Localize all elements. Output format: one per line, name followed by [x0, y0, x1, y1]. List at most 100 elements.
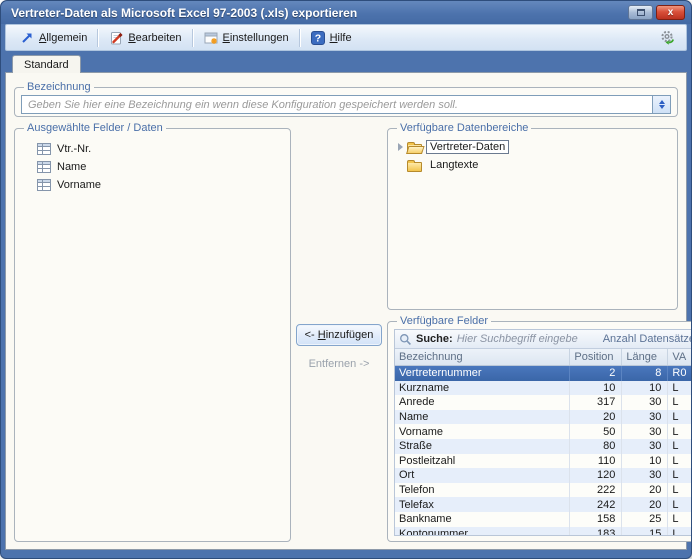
selected-fields-caption: Ausgewählte Felder / Daten	[27, 122, 163, 134]
toolbar-separator	[97, 28, 99, 47]
cell-bezeichnung: Vorname	[395, 424, 571, 439]
bezeichnung-input[interactable]	[22, 96, 652, 113]
close-button[interactable]: x	[656, 5, 685, 20]
table-row[interactable]: Vertreternummer 2 8 R0	[395, 366, 691, 381]
table-row[interactable]: Telefax 242 20 L	[395, 497, 691, 512]
table-row[interactable]: Straße 80 30 L	[395, 438, 691, 454]
restore-button[interactable]	[628, 5, 653, 20]
selected-field-item[interactable]: Vorname	[23, 176, 282, 194]
edit-page-icon	[111, 31, 123, 44]
cell-va: L	[672, 381, 679, 394]
tree-item-label: Langtexte	[430, 159, 479, 171]
folder-icon	[407, 141, 422, 154]
cell-position: 317	[570, 395, 623, 410]
table-row[interactable]: Bankname 158 25 L	[395, 511, 691, 527]
toolbar-label: Allgemein	[39, 31, 88, 44]
toolbar: Allgemein Bearbeiten Einstellungen ? Hil…	[5, 24, 687, 51]
cell-laenge: 30	[622, 409, 669, 425]
table-body: Vertreternummer 2 8 R0 Kurzname 10 10 L …	[395, 366, 691, 535]
cell-position: 80	[570, 438, 623, 454]
settings-window-icon	[204, 32, 218, 44]
tree-item[interactable]: Vertreter-Daten	[396, 138, 669, 156]
table-row[interactable]: Kontonummer 183 15 L	[395, 526, 691, 535]
table-row[interactable]: Name 20 30 L	[395, 409, 691, 425]
table-icon	[37, 179, 51, 191]
toolbar-label: Einstellungen	[222, 31, 289, 44]
add-button[interactable]: <- Hinzufügen	[295, 324, 383, 346]
selected-field-label: Vtr.-Nr.	[57, 143, 92, 155]
remove-button[interactable]: Entfernen ->	[309, 358, 370, 370]
table-row[interactable]: Kurzname 10 10 L	[395, 380, 691, 396]
combo-dropdown-button[interactable]	[652, 96, 670, 113]
tree-item-label: Vertreter-Daten	[426, 140, 510, 154]
data-areas-tree: Vertreter-Daten Langtexte	[394, 136, 671, 176]
tab-standard[interactable]: Standard	[12, 55, 81, 73]
titlebar: Vertreter-Daten als Microsoft Excel 97-2…	[1, 1, 691, 24]
selected-field-item[interactable]: Vtr.-Nr.	[23, 140, 282, 158]
cell-va: L	[672, 440, 679, 453]
fields-table: Bezeichnung Position Länge VA Vertretern…	[395, 349, 691, 535]
toolbar-label: Hilfe	[329, 31, 352, 44]
available-fields-caption: Verfügbare Felder	[400, 315, 489, 327]
cell-position: 50	[570, 424, 623, 439]
export-refresh-button[interactable]	[656, 28, 680, 48]
cell-position: 110	[570, 453, 623, 469]
toolbar-button-allgemein[interactable]: Allgemein	[12, 28, 94, 48]
bezeichnung-caption: Bezeichnung	[27, 81, 91, 93]
cell-position: 10	[570, 380, 623, 396]
up-down-arrows-icon	[658, 100, 665, 109]
cell-va: L	[672, 513, 679, 526]
cell-laenge: 10	[622, 380, 669, 396]
table-row[interactable]: Postleitzahl 110 10 L	[395, 453, 691, 469]
cell-laenge: 30	[622, 438, 669, 454]
tree-item[interactable]: Langtexte	[396, 156, 669, 174]
cell-laenge: 15	[622, 526, 669, 535]
cell-position: 2	[570, 366, 623, 381]
table-row[interactable]: Anrede 317 30 L	[395, 395, 691, 410]
cell-va: L	[672, 425, 679, 438]
cell-laenge: 10	[622, 453, 669, 469]
tab-strip: Standard	[5, 51, 687, 73]
column-header-bezeichnung[interactable]: Bezeichnung	[395, 349, 571, 365]
arrow-up-right-icon	[22, 33, 32, 43]
folder-icon	[407, 159, 422, 172]
cell-va: L	[672, 527, 679, 535]
bezeichnung-combobox	[21, 95, 671, 114]
toolbar-button-bearbeiten[interactable]: Bearbeiten	[101, 28, 188, 48]
data-areas-caption: Verfügbare Datenbereiche	[400, 122, 529, 134]
cell-va: L	[672, 484, 679, 497]
toolbar-button-einstellungen[interactable]: Einstellungen	[196, 28, 296, 48]
cell-position: 120	[570, 468, 623, 483]
cell-bezeichnung: Vertreternummer	[395, 366, 571, 381]
dialog-window: Vertreter-Daten als Microsoft Excel 97-2…	[0, 0, 692, 559]
table-row[interactable]: Telefon 222 20 L	[395, 482, 691, 498]
column-header-position[interactable]: Position	[570, 349, 623, 365]
cell-laenge: 30	[622, 424, 669, 439]
cell-position: 20	[570, 409, 623, 425]
column-header-va[interactable]: VA	[668, 349, 691, 365]
cell-laenge: 8	[622, 366, 669, 381]
cell-position: 183	[570, 526, 623, 535]
cell-bezeichnung: Kontonummer	[395, 526, 571, 535]
cell-bezeichnung: Straße	[395, 438, 571, 454]
chevron-right-icon[interactable]	[398, 143, 403, 151]
search-input[interactable]	[456, 333, 599, 345]
cell-va: L	[672, 454, 679, 467]
cell-laenge: 20	[622, 482, 669, 498]
cell-bezeichnung: Anrede	[395, 395, 571, 410]
cell-bezeichnung: Name	[395, 409, 571, 425]
window-title: Vertreter-Daten als Microsoft Excel 97-2…	[11, 5, 358, 20]
search-bar: Suche: Anzahl Datensätze: 77	[395, 330, 691, 349]
table-row[interactable]: Vorname 50 30 L	[395, 424, 691, 439]
cell-bezeichnung: Kurzname	[395, 380, 571, 396]
toolbar-label: Bearbeiten	[128, 31, 182, 44]
column-header-laenge[interactable]: Länge	[622, 349, 669, 365]
selected-field-item[interactable]: Name	[23, 158, 282, 176]
table-row[interactable]: Ort 120 30 L	[395, 468, 691, 483]
available-fields-group: Verfügbare Felder Suche: Anzahl Datensät…	[387, 315, 691, 542]
gear-refresh-icon	[661, 30, 675, 45]
toolbar-button-hilfe[interactable]: ? Hilfe	[303, 28, 359, 48]
search-label: Suche:	[416, 333, 453, 345]
cell-position: 222	[570, 482, 623, 498]
help-icon: ?	[310, 30, 325, 45]
